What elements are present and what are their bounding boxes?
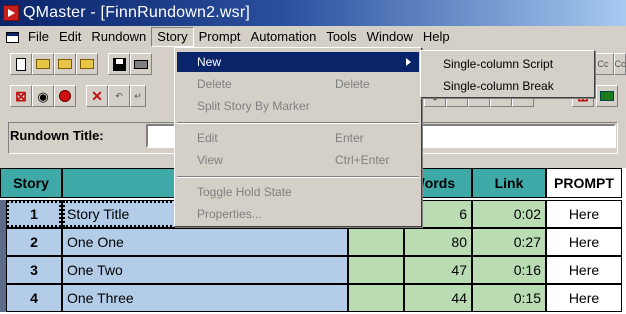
menu-item-shortcut: Enter bbox=[335, 131, 364, 145]
story-menu-delete[interactable]: Delete Delete bbox=[177, 74, 419, 94]
story-prompt[interactable]: Here bbox=[546, 256, 622, 284]
menu-item-label: Edit bbox=[197, 131, 218, 145]
save-button[interactable] bbox=[108, 53, 130, 75]
app-icon[interactable] bbox=[3, 5, 19, 21]
undo-icon: ↶ bbox=[115, 90, 123, 101]
menu-story[interactable]: Story bbox=[151, 27, 194, 47]
open-button[interactable] bbox=[32, 53, 54, 75]
column-header-story[interactable]: Story bbox=[0, 168, 62, 198]
new-button[interactable] bbox=[10, 53, 32, 75]
print-button[interactable] bbox=[130, 53, 152, 75]
menu-rundown[interactable]: Rundown bbox=[86, 27, 151, 47]
submenu-arrow-icon bbox=[406, 58, 411, 66]
record-button[interactable] bbox=[54, 85, 76, 107]
menu-help[interactable]: Help bbox=[418, 27, 455, 47]
cc-label: Cc bbox=[597, 58, 609, 69]
menu-item-shortcut: Delete bbox=[335, 77, 370, 91]
cc-button-2[interactable]: Cc bbox=[614, 53, 626, 75]
story-link[interactable]: 0:02 bbox=[472, 200, 546, 228]
story-title[interactable]: One Two bbox=[62, 256, 348, 284]
menu-separator bbox=[177, 122, 419, 124]
menu-bar: File Edit Rundown Story Prompt Automatio… bbox=[0, 26, 626, 48]
story-mid-cell[interactable] bbox=[348, 284, 404, 312]
cc-button-1[interactable]: Cc bbox=[592, 53, 614, 75]
column-header-link[interactable]: Link bbox=[472, 168, 546, 198]
column-header-prompt[interactable]: PROMPT bbox=[546, 168, 622, 198]
folder-icon bbox=[58, 59, 72, 69]
submenu-single-column-script[interactable]: Single-column Script bbox=[423, 54, 592, 74]
cancel-button[interactable]: ✕ bbox=[86, 85, 108, 107]
story-menu-properties[interactable]: Properties... bbox=[177, 204, 419, 224]
menu-item-label: New bbox=[197, 55, 222, 69]
menu-item-label: Properties... bbox=[197, 207, 262, 221]
undo-button[interactable]: ↶ bbox=[108, 85, 130, 107]
story-words[interactable]: 47 bbox=[404, 256, 472, 284]
menu-edit[interactable]: Edit bbox=[54, 27, 86, 47]
record-icon bbox=[59, 90, 71, 102]
submenu-single-column-break[interactable]: Single-column Break bbox=[423, 76, 592, 96]
story-title[interactable]: One Three bbox=[62, 284, 348, 312]
open-recent-button[interactable] bbox=[54, 53, 76, 75]
grid-toggle-button[interactable]: ⊠ bbox=[10, 85, 32, 107]
story-prompt[interactable]: Here bbox=[546, 284, 622, 312]
table-row[interactable]: 4 One Three 44 0:15 Here bbox=[0, 284, 626, 312]
printer-icon bbox=[134, 59, 148, 69]
story-title[interactable]: One One bbox=[62, 228, 348, 256]
save-icon bbox=[112, 57, 126, 71]
story-menu-view[interactable]: View Ctrl+Enter bbox=[177, 150, 419, 170]
grid-icon: ⊠ bbox=[15, 88, 27, 104]
story-number[interactable]: 3 bbox=[6, 256, 62, 284]
menu-item-label: Toggle Hold State bbox=[197, 185, 292, 199]
wrap-button[interactable]: ↵ bbox=[130, 85, 146, 107]
story-link[interactable]: 0:16 bbox=[472, 256, 546, 284]
story-link[interactable]: 0:27 bbox=[472, 228, 546, 256]
cc-label-2: Cc bbox=[614, 58, 626, 69]
table-row[interactable]: 3 One Two 47 0:16 Here bbox=[0, 256, 626, 284]
story-link[interactable]: 0:15 bbox=[472, 284, 546, 312]
open-folder-icon bbox=[36, 59, 50, 69]
wrap-icon: ↵ bbox=[134, 90, 142, 101]
window-title: QMaster - [FinnRundown2.wsr] bbox=[23, 4, 251, 21]
story-number[interactable]: 1 bbox=[6, 200, 62, 228]
story-menu-split[interactable]: Split Story By Marker bbox=[177, 96, 419, 116]
target-button[interactable]: ◉ bbox=[32, 85, 54, 107]
menu-item-label: Delete bbox=[197, 77, 232, 91]
menu-separator bbox=[177, 176, 419, 178]
new-document-icon bbox=[16, 57, 26, 71]
close-icon: ✕ bbox=[91, 88, 103, 104]
menu-tools[interactable]: Tools bbox=[321, 27, 361, 47]
folder-alt-icon bbox=[80, 59, 94, 69]
open-alt-button[interactable] bbox=[76, 53, 98, 75]
menu-automation[interactable]: Automation bbox=[246, 27, 322, 47]
story-menu-new[interactable]: New bbox=[177, 52, 419, 72]
story-words[interactable]: 44 bbox=[404, 284, 472, 312]
menu-item-label: View bbox=[197, 153, 223, 167]
story-mid-cell[interactable] bbox=[348, 256, 404, 284]
title-bar: QMaster - [FinnRundown2.wsr] bbox=[0, 0, 626, 26]
target-icon: ◉ bbox=[37, 88, 49, 104]
table-row[interactable]: 2 One One 80 0:27 Here bbox=[0, 228, 626, 256]
display-button[interactable] bbox=[596, 85, 618, 107]
story-menu-toggle-hold[interactable]: Toggle Hold State bbox=[177, 182, 419, 202]
rundown-title-label: Rundown Title: bbox=[10, 128, 104, 143]
story-menu-edit[interactable]: Edit Enter bbox=[177, 128, 419, 148]
story-menu-dropdown: New Delete Delete Split Story By Marker … bbox=[174, 47, 422, 227]
story-mid-cell[interactable] bbox=[348, 228, 404, 256]
story-prompt[interactable]: Here bbox=[546, 228, 622, 256]
story-words[interactable]: 80 bbox=[404, 228, 472, 256]
menu-item-label: Split Story By Marker bbox=[197, 99, 310, 113]
display-icon bbox=[600, 91, 614, 101]
story-number[interactable]: 2 bbox=[6, 228, 62, 256]
menu-file[interactable]: File bbox=[23, 27, 54, 47]
new-submenu: Single-column Script Single-column Break bbox=[420, 50, 595, 98]
story-number[interactable]: 4 bbox=[6, 284, 62, 312]
menu-window[interactable]: Window bbox=[362, 27, 418, 47]
menu-item-shortcut: Ctrl+Enter bbox=[335, 153, 390, 167]
document-icon[interactable] bbox=[6, 31, 19, 43]
menu-prompt[interactable]: Prompt bbox=[194, 27, 246, 47]
story-prompt[interactable]: Here bbox=[546, 200, 622, 228]
